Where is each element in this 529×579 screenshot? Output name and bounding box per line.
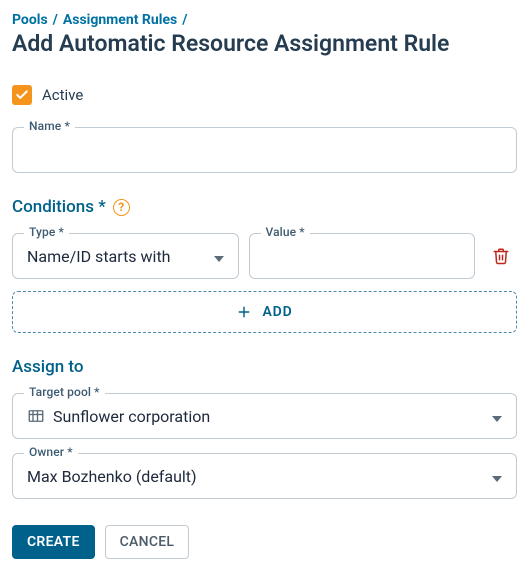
form-actions: CREATE CANCEL bbox=[12, 525, 517, 559]
name-input[interactable] bbox=[12, 127, 517, 173]
owner-field: Owner * Max Bozhenko (default) bbox=[12, 453, 517, 499]
target-pool-label: Target pool * bbox=[24, 385, 105, 399]
active-checkbox[interactable] bbox=[12, 85, 32, 105]
owner-select[interactable]: Max Bozhenko (default) bbox=[12, 453, 517, 499]
name-label: Name * bbox=[24, 119, 75, 133]
condition-value-field: Value * bbox=[249, 233, 476, 279]
trash-icon bbox=[492, 246, 510, 266]
breadcrumb-separator: / bbox=[182, 12, 187, 28]
pool-icon bbox=[27, 407, 45, 425]
condition-type-value: Name/ID starts with bbox=[27, 247, 170, 266]
delete-condition-button[interactable] bbox=[485, 233, 517, 279]
add-condition-button[interactable]: ADD bbox=[12, 291, 517, 333]
active-label: Active bbox=[42, 86, 83, 104]
name-field: Name * bbox=[12, 127, 517, 173]
condition-value-label: Value * bbox=[261, 225, 310, 239]
create-button[interactable]: CREATE bbox=[12, 525, 95, 559]
condition-type-label: Type * bbox=[24, 225, 69, 239]
conditions-heading: Conditions * ? bbox=[12, 197, 517, 217]
conditions-label: Conditions * bbox=[12, 197, 106, 217]
breadcrumb-pools[interactable]: Pools bbox=[12, 12, 48, 28]
chevron-down-icon bbox=[214, 247, 224, 266]
cancel-button[interactable]: CANCEL bbox=[105, 525, 190, 559]
chevron-down-icon bbox=[492, 467, 502, 486]
breadcrumb-separator: / bbox=[53, 12, 58, 28]
chevron-down-icon bbox=[492, 407, 502, 426]
assign-to-label: Assign to bbox=[12, 357, 84, 377]
target-pool-field: Target pool * Sunflower corporation bbox=[12, 393, 517, 439]
check-icon bbox=[15, 88, 29, 102]
condition-row: Type * Name/ID starts with Value * bbox=[12, 233, 517, 289]
condition-value-input[interactable] bbox=[249, 233, 476, 279]
active-row: Active bbox=[12, 85, 517, 105]
plus-icon bbox=[236, 304, 252, 320]
add-button-label: ADD bbox=[262, 304, 292, 320]
breadcrumb-assignment-rules[interactable]: Assignment Rules bbox=[63, 12, 177, 28]
page-title: Add Automatic Resource Assignment Rule bbox=[12, 30, 517, 57]
condition-type-select[interactable]: Name/ID starts with bbox=[12, 233, 239, 279]
target-pool-select[interactable]: Sunflower corporation bbox=[12, 393, 517, 439]
target-pool-value: Sunflower corporation bbox=[53, 407, 210, 426]
assign-to-heading: Assign to bbox=[12, 357, 517, 377]
owner-value: Max Bozhenko (default) bbox=[27, 467, 197, 486]
breadcrumb: Pools / Assignment Rules / bbox=[12, 12, 517, 28]
help-icon[interactable]: ? bbox=[113, 199, 130, 216]
condition-type-field: Type * Name/ID starts with bbox=[12, 233, 239, 279]
owner-label: Owner * bbox=[24, 445, 78, 459]
